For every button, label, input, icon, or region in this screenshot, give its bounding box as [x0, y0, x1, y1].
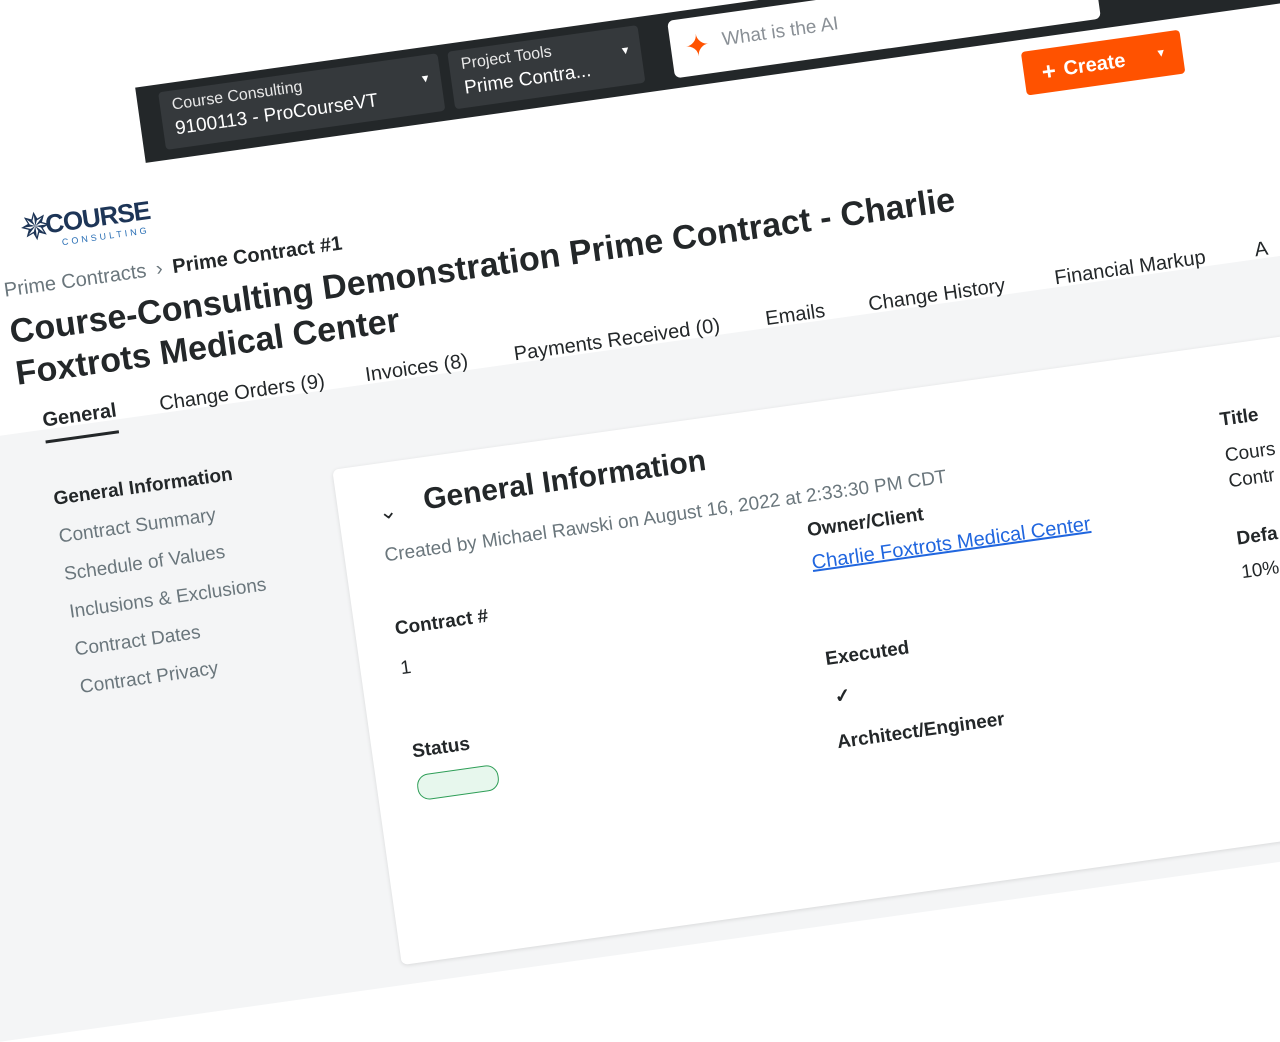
chevron-down-icon: ▼ — [619, 44, 632, 58]
default-retainage-value: 10% — [1240, 557, 1280, 584]
tab-change-orders[interactable]: Change Orders (9) — [158, 370, 326, 416]
tab-general[interactable]: General — [41, 399, 120, 444]
executed-label: Executed — [824, 637, 911, 670]
title-value-line-1: Cours — [1223, 438, 1277, 467]
status-badge — [415, 763, 501, 802]
tab-emails[interactable]: Emails — [764, 300, 827, 331]
chevron-right-icon: › — [154, 257, 165, 281]
tab-invoices[interactable]: Invoices (8) — [364, 350, 470, 387]
status-label: Status — [410, 733, 472, 763]
tab-financial-markup[interactable]: Financial Markup — [1053, 246, 1207, 290]
search-ai-icon: ✦ — [682, 28, 713, 65]
create-button[interactable]: + Create ▼ — [1020, 29, 1186, 96]
project-tools-selector[interactable]: Project Tools Prime Contra... ▼ — [447, 25, 646, 110]
default-retainage-label: Defa — [1235, 523, 1279, 550]
title-label: Title — [1218, 404, 1260, 431]
chevron-down-icon: ▼ — [419, 72, 432, 86]
company-project-selector[interactable]: Course Consulting 9100113 - ProCourseVT … — [158, 53, 446, 150]
owner-client-label: Owner/Client — [805, 504, 925, 542]
collapse-chevron-icon[interactable]: ⌄ — [377, 497, 399, 525]
tab-change-history[interactable]: Change History — [867, 275, 1007, 317]
create-button-label: Create — [1062, 49, 1127, 81]
contract-number-value: 1 — [399, 656, 413, 680]
checkmark-icon: ✓ — [833, 685, 853, 709]
plus-icon: + — [1040, 57, 1058, 87]
architect-engineer-label: Architect/Engineer — [835, 708, 1006, 754]
tab-more[interactable]: A — [1253, 238, 1269, 263]
app-viewport: Course Consulting 9100113 - ProCourseVT … — [0, 0, 1280, 1042]
chevron-down-icon: ▼ — [1154, 46, 1168, 61]
section-sidebar: General Information Contract Summary Sch… — [52, 456, 321, 715]
title-value-line-2: Contr — [1227, 464, 1277, 493]
company-logo[interactable]: ✵ COURSE CONSULTING — [16, 185, 153, 263]
tab-payments-received[interactable]: Payments Received (0) — [512, 315, 721, 367]
search-placeholder: What is the AI — [720, 13, 840, 51]
contract-number-label: Contract # — [393, 605, 490, 640]
